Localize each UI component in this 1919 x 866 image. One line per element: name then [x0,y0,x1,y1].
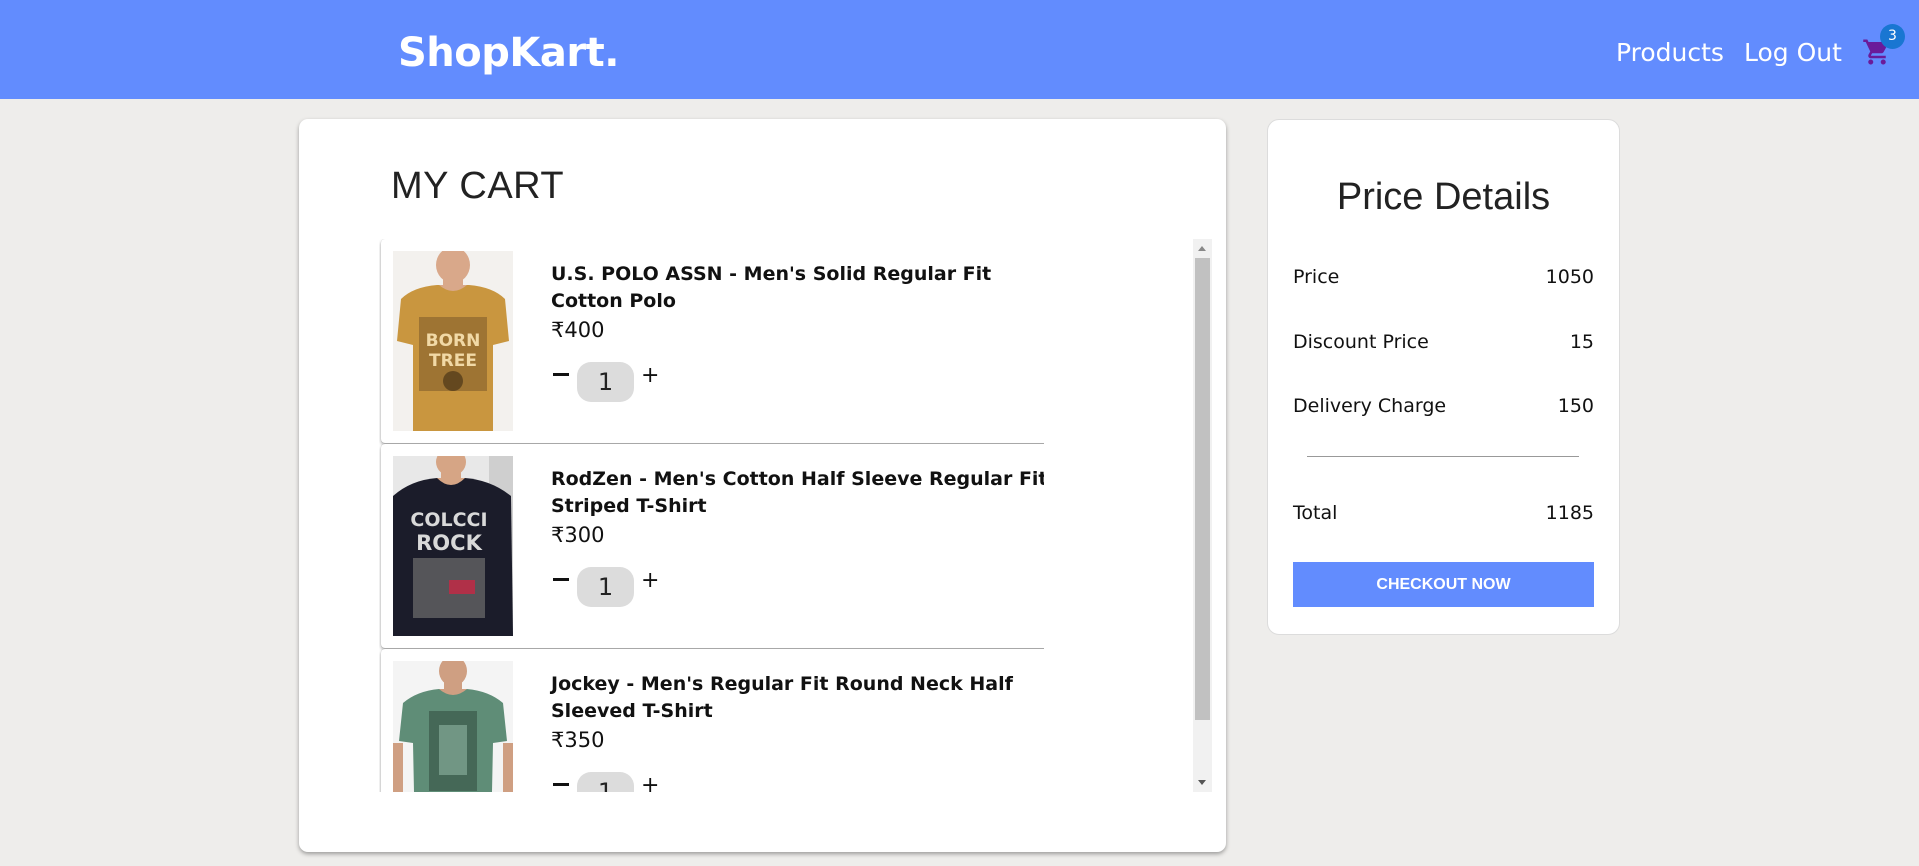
product-price: ₹300 [551,523,605,547]
delivery-row: Delivery Charge 150 [1293,395,1594,417]
discount-row: Discount Price 15 [1293,331,1594,353]
price-value: 1050 [1545,266,1594,288]
plus-icon[interactable]: + [641,570,659,592]
cart-item: Jockey - Men's Regular Fit Round Neck Ha… [381,649,1044,792]
svg-text:TREE: TREE [429,351,477,371]
product-image[interactable] [393,661,513,792]
plus-icon[interactable]: + [641,365,659,387]
price-details-title: Price Details [1336,176,1551,218]
delivery-label: Delivery Charge [1293,395,1447,417]
quantity-value: 1 [577,567,634,607]
scroll-down-arrow-icon[interactable] [1193,773,1212,792]
scroll-thumb[interactable] [1195,258,1210,720]
price-divider [1307,456,1579,457]
quantity-value: 1 [577,362,634,402]
total-row: Total 1185 [1293,502,1594,524]
product-title[interactable]: Jockey - Men's Regular Fit Round Neck Ha… [551,671,1044,725]
discount-value: 15 [1569,331,1594,353]
minus-icon[interactable] [551,364,571,384]
checkout-button[interactable]: CHECKOUT NOW [1293,562,1594,607]
cart-item: COLCCI ROCK RodZen - Men's Cotton Half S… [381,444,1044,648]
brand-logo[interactable]: ShopKart. [398,30,619,76]
scroll-up-arrow-icon[interactable] [1193,239,1212,258]
svg-text:ROCK: ROCK [416,531,482,555]
product-price: ₹350 [551,728,605,752]
nav-logout-link[interactable]: Log Out [1744,38,1842,67]
product-title[interactable]: U.S. POLO ASSN - Men's Solid Regular Fit… [551,261,1044,315]
discount-label: Discount Price [1293,331,1429,353]
total-value: 1185 [1545,502,1594,524]
cart-count-badge: 3 [1880,24,1905,49]
cart-item-list[interactable]: BORN TREE U.S. POLO ASSN - Men's Solid R… [379,239,1044,792]
plus-icon[interactable]: + [641,775,659,793]
delivery-value: 150 [1557,395,1594,417]
product-price: ₹400 [551,318,605,342]
quantity-value: 1 [577,772,634,792]
minus-icon[interactable] [551,774,571,792]
cart-item: BORN TREE U.S. POLO ASSN - Men's Solid R… [381,239,1044,443]
cart-title: MY CART [391,165,565,207]
cart-panel: MY CART BORN TREE U.S. POLO ASSN - Men's… [299,119,1226,852]
top-navbar: ShopKart. Products Log Out 3 [0,0,1919,99]
price-row: Price 1050 [1293,266,1594,288]
svg-text:COLCCI: COLCCI [410,509,487,531]
cart-scrollbar[interactable] [1193,239,1212,792]
nav-products-link[interactable]: Products [1616,38,1724,67]
price-label: Price [1293,266,1340,288]
product-image[interactable]: BORN TREE [393,251,513,431]
product-title[interactable]: RodZen - Men's Cotton Half Sleeve Regula… [551,466,1044,520]
total-label: Total [1293,502,1338,524]
price-details-panel: Price Details Price 1050 Discount Price … [1267,119,1620,635]
svg-text:BORN: BORN [426,331,481,351]
product-image[interactable]: COLCCI ROCK [393,456,513,636]
minus-icon[interactable] [551,569,571,589]
